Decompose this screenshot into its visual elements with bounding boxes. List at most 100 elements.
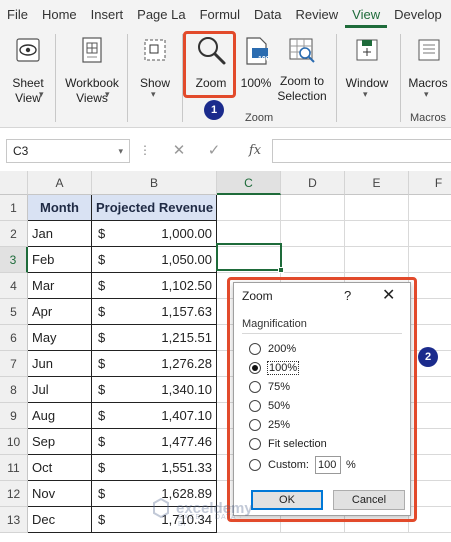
chevron-down-icon: ▾ (424, 89, 429, 99)
revenue-value: 1,157.63 (161, 304, 212, 319)
tab-file[interactable]: File (0, 0, 35, 28)
column-header-b[interactable]: B (92, 171, 217, 195)
select-all-corner[interactable] (0, 171, 28, 195)
column-header-a[interactable]: A (28, 171, 92, 195)
row-header-10[interactable]: 10 (0, 429, 28, 455)
row-header-6[interactable]: 6 (0, 325, 28, 351)
row-header-4[interactable]: 4 (0, 273, 28, 299)
tab-developer[interactable]: Develop (387, 0, 449, 28)
currency-symbol: $ (98, 226, 106, 241)
tab-home[interactable]: Home (35, 0, 84, 28)
sheet-view-button[interactable]: Sheet View ▾ (6, 36, 50, 106)
cell-b11[interactable]: $1,551.33 (92, 455, 217, 481)
row-header-3[interactable]: 3 (0, 247, 28, 273)
row-header-2[interactable]: 2 (0, 221, 28, 247)
row-header-13[interactable]: 13 (0, 507, 28, 533)
cell-a13[interactable]: Dec (28, 507, 92, 533)
tab-page-layout[interactable]: Page La (130, 0, 192, 28)
formula-input[interactable] (272, 139, 451, 163)
revenue-value: 1,477.46 (161, 434, 212, 449)
cell-c1[interactable] (217, 195, 281, 221)
row-header-1[interactable]: 1 (0, 195, 28, 221)
tab-data[interactable]: Data (247, 0, 288, 28)
name-box-value: C3 (13, 144, 29, 158)
cell-b5[interactable]: $1,157.63 (92, 299, 217, 325)
ribbon-tabs: File Home Insert Page La Formul Data Rev… (0, 0, 451, 28)
cell-f1[interactable] (409, 195, 451, 221)
row-header-11[interactable]: 11 (0, 455, 28, 481)
cell-e2[interactable] (345, 221, 409, 247)
cell-a8[interactable]: Jul (28, 377, 92, 403)
fill-handle[interactable] (278, 267, 284, 273)
tab-insert[interactable]: Insert (84, 0, 131, 28)
currency-symbol: $ (98, 304, 106, 319)
cell-e1[interactable] (345, 195, 409, 221)
cell-d1[interactable] (281, 195, 345, 221)
cell-b1[interactable]: Projected Revenue (92, 195, 217, 221)
column-header-f[interactable]: F (409, 171, 451, 195)
tab-review[interactable]: Review (289, 0, 346, 28)
cell-b2[interactable]: $1,000.00 (92, 221, 217, 247)
cell-a1[interactable]: Month (28, 195, 92, 221)
check-icon[interactable]: ✓ (200, 139, 228, 163)
revenue-value: 1,276.28 (161, 356, 212, 371)
column-header-c[interactable]: C (217, 171, 281, 195)
row-header-12[interactable]: 12 (0, 481, 28, 507)
cell-a2[interactable]: Jan (28, 221, 92, 247)
revenue-value: 1,407.10 (161, 408, 212, 423)
revenue-value: 1,102.50 (161, 278, 212, 293)
insert-function-button[interactable]: fx (241, 139, 269, 163)
macros-button[interactable]: Macros ▾ (405, 36, 451, 99)
macros-group-label: Macros (410, 112, 447, 124)
chevron-down-icon: ▾ (363, 89, 368, 99)
ribbon-separator (400, 34, 401, 122)
column-header-d[interactable]: D (281, 171, 345, 195)
zoom-to-selection-button[interactable]: Zoom to Selection (275, 36, 329, 104)
cell-e3[interactable] (345, 247, 409, 273)
cell-f2[interactable] (409, 221, 451, 247)
cell-a11[interactable]: Oct (28, 455, 92, 481)
cell-b8[interactable]: $1,340.10 (92, 377, 217, 403)
watermark-sub: EXCEL · DATA · BI (178, 514, 243, 528)
cell-b6[interactable]: $1,215.51 (92, 325, 217, 351)
cell-d3[interactable] (281, 247, 345, 273)
cell-b3[interactable]: $1,050.00 (92, 247, 217, 273)
name-box[interactable]: C3 ▾ (6, 139, 130, 163)
currency-symbol: $ (98, 434, 106, 449)
workbook-views-button[interactable]: Workbook Views ▾ (60, 36, 124, 106)
column-header-e[interactable]: E (345, 171, 409, 195)
cell-f3[interactable] (409, 247, 451, 273)
row-header-7[interactable]: 7 (0, 351, 28, 377)
cell-a4[interactable]: Mar (28, 273, 92, 299)
zoom-100-icon-text: 100 (258, 56, 270, 63)
tab-view[interactable]: View (345, 0, 388, 28)
chevron-down-icon[interactable]: ▾ (118, 140, 123, 162)
row-header-9[interactable]: 9 (0, 403, 28, 429)
cell-d2[interactable] (281, 221, 345, 247)
cell-b10[interactable]: $1,477.46 (92, 429, 217, 455)
cancel-icon[interactable]: ✕ (165, 139, 193, 163)
row-header-5[interactable]: 5 (0, 299, 28, 325)
show-button[interactable]: Show ▾ (134, 36, 176, 99)
cell-a5[interactable]: Apr (28, 299, 92, 325)
selected-cell-c3[interactable] (216, 243, 282, 271)
zoom-100-button[interactable]: 100 100% (238, 36, 274, 91)
currency-symbol: $ (98, 408, 106, 423)
step-badge-1: 1 (204, 100, 224, 120)
revenue-value: 1,050.00 (161, 252, 212, 267)
cell-a3[interactable]: Feb (28, 247, 92, 273)
cell-a12[interactable]: Nov (28, 481, 92, 507)
row-header-8[interactable]: 8 (0, 377, 28, 403)
cell-a9[interactable]: Aug (28, 403, 92, 429)
cell-b7[interactable]: $1,276.28 (92, 351, 217, 377)
cell-a10[interactable]: Sep (28, 429, 92, 455)
window-button[interactable]: Window ▾ (342, 36, 392, 99)
chevron-down-icon: ▾ (105, 89, 110, 99)
cell-a6[interactable]: May (28, 325, 92, 351)
tab-formulas[interactable]: Formul (193, 0, 247, 28)
cell-b9[interactable]: $1,407.10 (92, 403, 217, 429)
cell-a7[interactable]: Jun (28, 351, 92, 377)
revenue-value: 1,215.51 (161, 330, 212, 345)
chevron-down-icon: ▾ (151, 89, 156, 99)
cell-b4[interactable]: $1,102.50 (92, 273, 217, 299)
